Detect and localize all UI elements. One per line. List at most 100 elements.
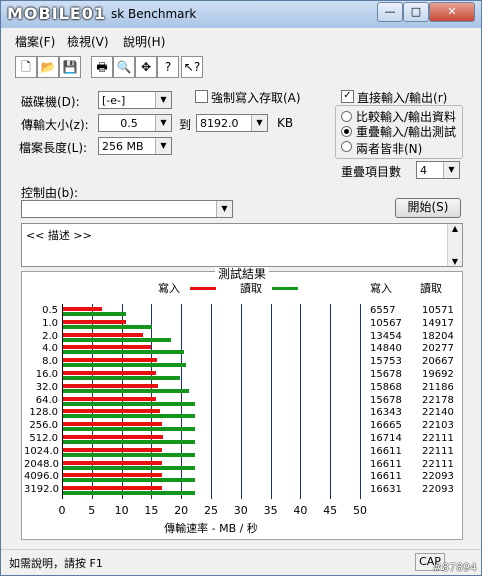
drive-select[interactable]: [-e-] ▼ bbox=[98, 91, 172, 109]
x-tick-label: 45 bbox=[323, 504, 338, 517]
write-bar bbox=[63, 396, 157, 401]
x-tick-label: 15 bbox=[144, 504, 159, 517]
category-label: 4096.0 bbox=[24, 471, 59, 483]
title-bar[interactable]: MOBILE01 sk Benchmark — □ ✕ bbox=[1, 1, 481, 28]
read-bar bbox=[63, 401, 196, 406]
x-tick-label: 10 bbox=[114, 504, 129, 517]
read-bar bbox=[63, 465, 195, 470]
write-value: 16714 bbox=[370, 433, 402, 444]
write-value: 16611 bbox=[370, 471, 402, 483]
x-tick-label: 40 bbox=[293, 504, 308, 517]
write-value: 15753 bbox=[370, 356, 402, 368]
drive-value: [-e-] bbox=[102, 94, 126, 107]
read-value: 22093 bbox=[422, 484, 454, 496]
description-scrollbar[interactable]: ▲ ▼ bbox=[447, 224, 462, 266]
direct-io-checkbox[interactable]: ✓ bbox=[341, 90, 354, 103]
category-label: 128.0 bbox=[29, 407, 58, 419]
file-length-label: 檔案長度(L): bbox=[19, 141, 88, 155]
menu-file[interactable]: 檔案(F) bbox=[15, 33, 55, 50]
queue-depth-value: 4 bbox=[420, 164, 427, 177]
read-value: 18204 bbox=[422, 330, 454, 342]
write-value: 10567 bbox=[370, 317, 402, 329]
transfer-from-select[interactable]: 0.5 ▼ bbox=[98, 114, 172, 132]
read-bar bbox=[63, 312, 126, 316]
write-value: 16611 bbox=[370, 445, 402, 457]
read-bar bbox=[63, 388, 190, 393]
x-axis-label: 傳輸速率 - MB / 秒 bbox=[164, 522, 258, 535]
x-tick-label: 30 bbox=[233, 504, 248, 517]
queue-depth-label: 重疊項目數 bbox=[341, 165, 402, 179]
print-icon[interactable]: 🖶 bbox=[91, 56, 113, 78]
about-icon[interactable]: ? bbox=[157, 56, 179, 78]
read-value: 22111 bbox=[422, 433, 454, 444]
close-button[interactable]: ✕ bbox=[429, 2, 475, 22]
read-value: 19692 bbox=[422, 369, 454, 380]
write-bar bbox=[63, 473, 162, 478]
category-label: 2.0 bbox=[42, 330, 58, 342]
gridline bbox=[300, 304, 302, 499]
neither-radio[interactable] bbox=[341, 141, 352, 152]
write-value: 15868 bbox=[370, 381, 402, 393]
force-write-checkbox[interactable] bbox=[195, 90, 208, 103]
app-window: MOBILE01 sk Benchmark — □ ✕ 檔案(F) 檢視(V) … bbox=[0, 0, 482, 576]
category-label: 8.0 bbox=[42, 356, 58, 368]
transfer-to-select[interactable]: 8192.0 ▼ bbox=[196, 114, 268, 132]
category-label: 64.0 bbox=[35, 394, 58, 406]
overlap-radio[interactable] bbox=[341, 126, 352, 137]
write-bar bbox=[63, 460, 162, 465]
scroll-up-icon[interactable]: ▲ bbox=[448, 224, 462, 233]
read-bar bbox=[63, 363, 187, 368]
read-bar bbox=[63, 478, 195, 483]
gridline bbox=[211, 304, 212, 499]
write-bar bbox=[63, 371, 157, 375]
category-label: 4.0 bbox=[42, 343, 58, 355]
print-preview-icon[interactable]: 🔍 bbox=[113, 56, 135, 78]
drive-label: 磁碟機(D): bbox=[21, 95, 80, 109]
context-help-icon[interactable]: ↖? bbox=[181, 56, 203, 78]
read-value: 22093 bbox=[422, 471, 454, 483]
file-length-value: 256 MB bbox=[102, 140, 144, 153]
maximize-button[interactable]: □ bbox=[403, 2, 429, 22]
read-bar bbox=[63, 376, 181, 380]
results-panel: 測試結果 寫入 讀取 寫入 讀取 傳輸速率 - MB / 秒 0 5 10 15 20 2… bbox=[21, 267, 463, 540]
read-bar bbox=[63, 324, 152, 329]
category-label: 16.0 bbox=[35, 369, 58, 380]
status-bar: 如需說明，請按 F1 CAP #87894 bbox=[1, 549, 481, 575]
status-help-text: 如需說明，請按 F1 bbox=[9, 557, 103, 570]
chevron-down-icon: ▼ bbox=[443, 162, 459, 178]
neither-label: 兩者皆非(N) bbox=[356, 142, 423, 156]
compare-radio[interactable] bbox=[341, 111, 352, 122]
to-label: 到 bbox=[179, 118, 192, 132]
open-icon[interactable]: 📂 bbox=[37, 56, 59, 78]
write-bar bbox=[63, 319, 126, 324]
chevron-down-icon: ▼ bbox=[216, 201, 232, 217]
menu-help[interactable]: 說明(H) bbox=[123, 33, 165, 50]
menu-view[interactable]: 檢視(V) bbox=[67, 33, 109, 50]
write-bar bbox=[63, 358, 157, 363]
start-button[interactable]: 開始(S) bbox=[395, 198, 461, 218]
read-column-header: 讀取 bbox=[420, 282, 442, 295]
control-select[interactable]: ▼ bbox=[21, 200, 233, 218]
read-value: 22140 bbox=[422, 407, 454, 419]
read-bar bbox=[63, 491, 195, 496]
file-length-select[interactable]: 256 MB ▼ bbox=[98, 137, 172, 155]
category-label: 3192.0 bbox=[24, 484, 59, 496]
category-label: 1024.0 bbox=[24, 445, 59, 457]
legend-read-label: 讀取 bbox=[240, 282, 262, 295]
description-box[interactable]: << 描述 >> ▲ ▼ bbox=[21, 223, 463, 267]
queue-depth-select[interactable]: 4 ▼ bbox=[416, 161, 460, 179]
write-bar bbox=[63, 307, 103, 311]
write-bar bbox=[63, 332, 144, 337]
transfer-size-label: 傳輸大小(z): bbox=[21, 118, 89, 132]
minimize-button[interactable]: — bbox=[377, 2, 403, 22]
gridline bbox=[330, 304, 332, 499]
save-icon[interactable]: 💾 bbox=[59, 56, 81, 78]
new-icon[interactable]: 🗋 bbox=[15, 56, 37, 78]
write-value: 13454 bbox=[370, 330, 402, 342]
window-title: sk Benchmark bbox=[111, 7, 197, 21]
write-value: 6557 bbox=[370, 305, 396, 316]
category-label: 32.0 bbox=[35, 381, 58, 393]
chevron-down-icon: ▼ bbox=[251, 115, 267, 131]
move-icon[interactable]: ✥ bbox=[135, 56, 157, 78]
x-tick-label: 35 bbox=[263, 504, 278, 517]
